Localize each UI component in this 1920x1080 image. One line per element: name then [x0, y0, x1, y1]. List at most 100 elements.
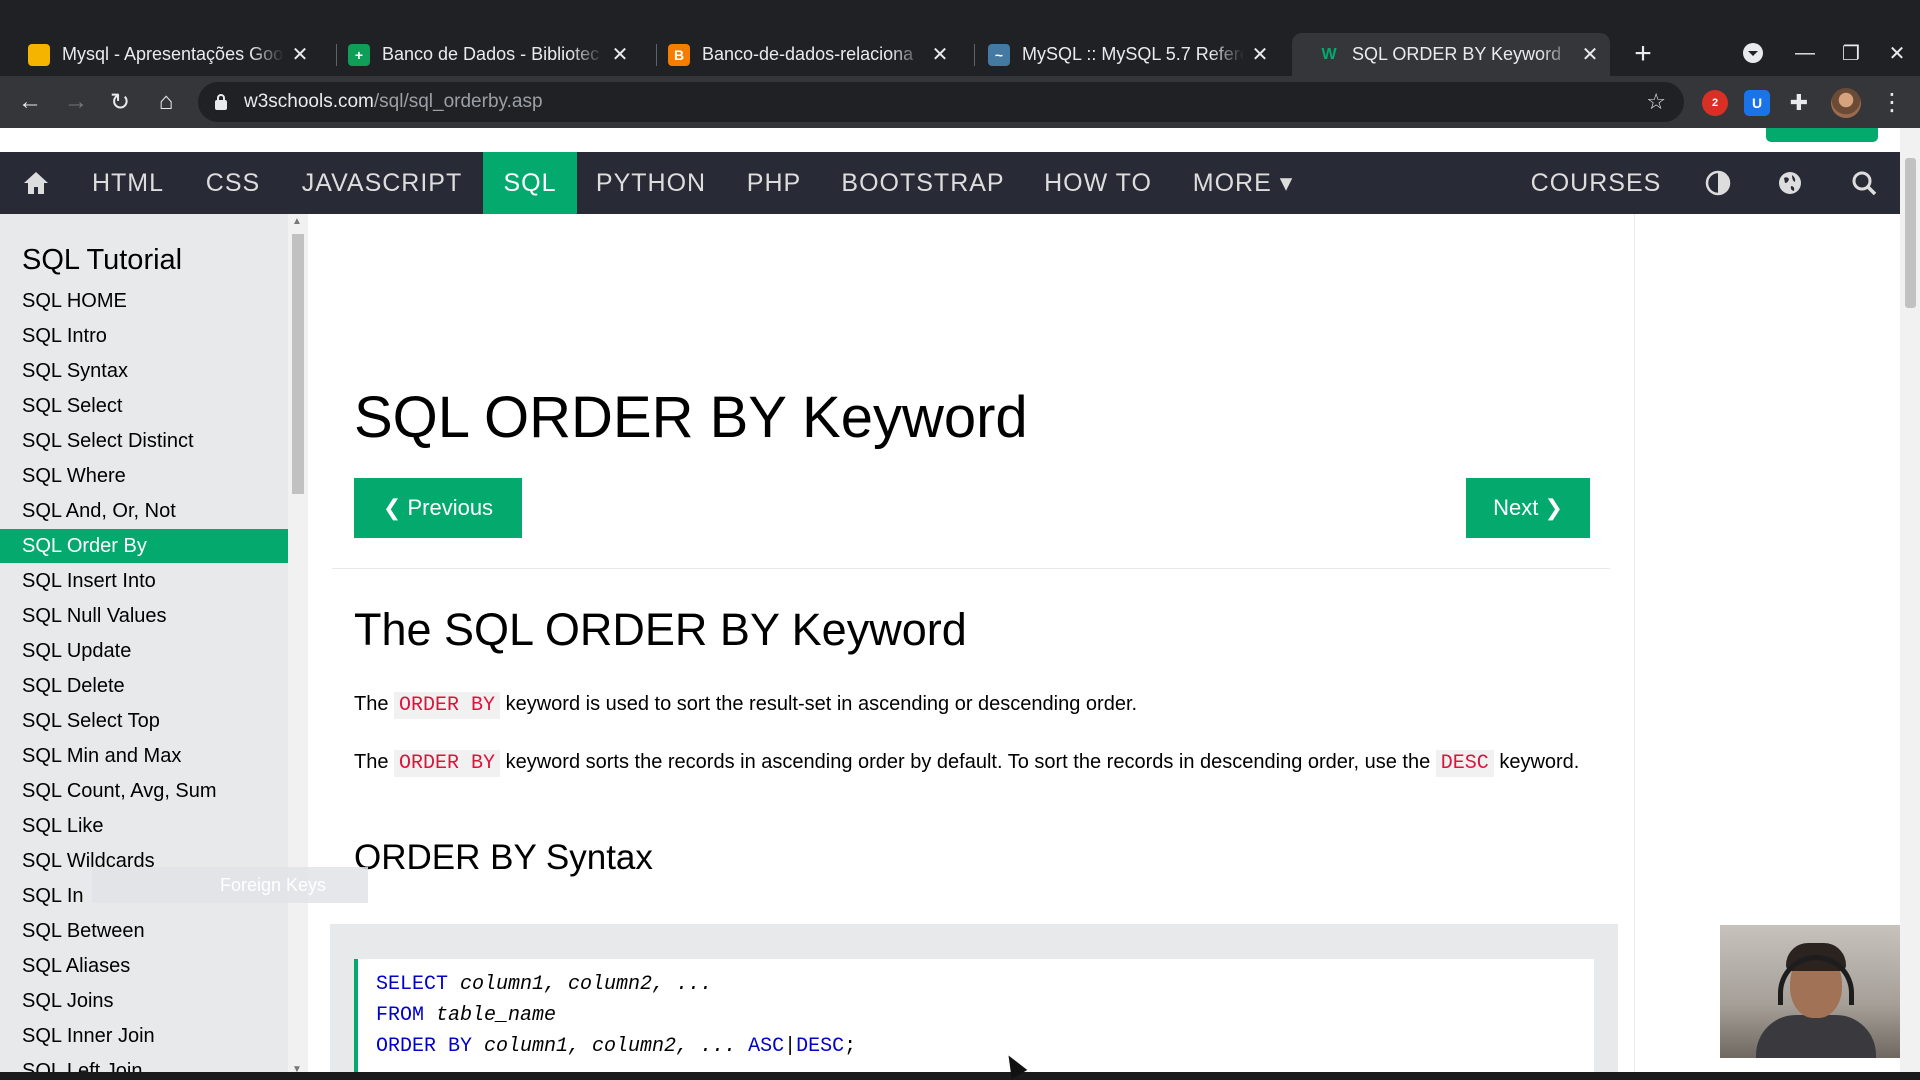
drag-tooltip: Foreign Keys	[92, 867, 368, 903]
next-button[interactable]: Next ❯	[1466, 478, 1590, 538]
nav-courses[interactable]: COURSES	[1516, 152, 1676, 214]
inline-code: DESC	[1435, 750, 1494, 777]
code-line: FROM table_name	[376, 1000, 1576, 1031]
text: keyword sorts the records in ascending o…	[500, 751, 1436, 773]
nav-css[interactable]: CSS	[184, 152, 282, 214]
new-tab-icon[interactable]: +	[1628, 39, 1658, 70]
sidebar-item-sql-joins[interactable]: SQL Joins	[0, 984, 288, 1018]
sql-keyword: DESC	[796, 1035, 845, 1058]
sidebar-item-sql-select[interactable]: SQL Select	[0, 389, 288, 423]
browser-tab[interactable]: Mysql - Apresentações Goo ✕	[2, 33, 320, 76]
restore-icon[interactable]: ❐	[1836, 38, 1866, 68]
previous-button[interactable]: ❮ Previous	[354, 478, 522, 538]
sidebar-item-sql-count-avg-sum[interactable]: SQL Count, Avg, Sum	[0, 774, 288, 808]
sidebar-scrollbar[interactable]: ▲ ▼	[288, 214, 308, 1080]
paragraph-default-order: The ORDER BY keyword sorts the records i…	[354, 745, 1594, 781]
back-icon[interactable]: ←	[12, 84, 48, 120]
browser-tab[interactable]: B Banco-de-dados-relaciona ✕	[642, 33, 960, 76]
reload-icon[interactable]: ↻	[102, 84, 138, 120]
browser-toolbar: ← → ↻ ⌂ w3schools.com/sql/sql_orderby.as…	[0, 76, 1920, 128]
syntax-example: SELECT column1, column2, ... FROM table_…	[330, 924, 1618, 1080]
home-icon[interactable]	[0, 152, 72, 214]
sidebar-item-sql-inner-join[interactable]: SQL Inner Join	[0, 1019, 288, 1053]
close-icon[interactable]: ✕	[1250, 45, 1270, 65]
sidebar-item-sql-min-max[interactable]: SQL Min and Max	[0, 739, 288, 773]
sidebar-scroll-thumb[interactable]	[292, 234, 304, 494]
code-block: SELECT column1, column2, ... FROM table_…	[354, 959, 1594, 1079]
tab-title: Mysql - Apresentações Goo	[62, 44, 284, 64]
page-scroll-thumb[interactable]	[1905, 158, 1916, 308]
sidebar-item-sql-syntax[interactable]: SQL Syntax	[0, 354, 288, 388]
extension-icon[interactable]: 2	[1702, 90, 1728, 116]
sidebar-item-sql-like[interactable]: SQL Like	[0, 809, 288, 843]
extension-shield-icon[interactable]: U	[1744, 90, 1770, 116]
address-bar[interactable]: w3schools.com/sql/sql_orderby.asp ☆	[198, 82, 1684, 122]
home-icon[interactable]: ⌂	[148, 84, 184, 120]
nav-bootstrap[interactable]: BOOTSTRAP	[823, 152, 1023, 214]
syntax-heading: ORDER BY Syntax	[354, 838, 653, 877]
tooltip-text: Foreign Keys	[220, 875, 327, 895]
sidebar-heading: SQL Tutorial	[22, 244, 183, 276]
nav-more[interactable]: MORE ▾	[1173, 152, 1313, 214]
sidebar-item-sql-intro[interactable]: SQL Intro	[0, 319, 288, 353]
extension-badge: 2	[1711, 97, 1719, 109]
browser-tab-active[interactable]: W SQL ORDER BY Keyword ✕	[1292, 33, 1610, 76]
sidebar-item-sql-select-top[interactable]: SQL Select Top	[0, 704, 288, 738]
nav-python[interactable]: PYTHON	[577, 152, 725, 214]
blogger-icon: B	[668, 43, 690, 66]
menu-kebab-icon[interactable]: ⋮	[1874, 84, 1910, 120]
sidebar-item-sql-aliases[interactable]: SQL Aliases	[0, 949, 288, 983]
sidebar-item-sql-select-distinct[interactable]: SQL Select Distinct	[0, 424, 288, 458]
close-icon[interactable]: ✕	[930, 45, 950, 65]
signup-button-edge[interactable]	[1766, 128, 1878, 142]
sidebar-item-sql-update[interactable]: SQL Update	[0, 634, 288, 668]
browser-tab[interactable]: ~ MySQL :: MySQL 5.7 Referenc ✕	[962, 33, 1280, 76]
sidebar-item-sql-insert-into[interactable]: SQL Insert Into	[0, 564, 288, 598]
content-divider	[1634, 214, 1635, 1080]
nav-php[interactable]: PHP	[725, 152, 823, 214]
sidebar-item-sql-between[interactable]: SQL Between	[0, 914, 288, 948]
code-text: table_name	[436, 1004, 557, 1027]
globe-icon[interactable]	[1762, 152, 1818, 214]
tab-title: SQL ORDER BY Keyword	[1352, 44, 1562, 64]
minimize-icon[interactable]: —	[1790, 38, 1820, 68]
page-scrollbar[interactable]	[1900, 128, 1920, 1080]
section-heading: The SQL ORDER BY Keyword	[354, 604, 967, 655]
mysql-icon: ~	[988, 43, 1010, 66]
nav-html[interactable]: HTML	[72, 152, 184, 214]
sidebar-item-sql-where[interactable]: SQL Where	[0, 459, 288, 493]
close-window-icon[interactable]: ✕	[1882, 38, 1912, 68]
web-page: HTML CSS JAVASCRIPT SQL PYTHON PHP BOOTS…	[0, 128, 1920, 1080]
extensions-puzzle-icon[interactable]: ✚	[1786, 90, 1812, 116]
webcam-person-body	[1756, 1015, 1876, 1058]
sidebar-item-sql-null-values[interactable]: SQL Null Values	[0, 599, 288, 633]
inline-code: ORDER BY	[394, 692, 501, 719]
forward-icon[interactable]: →	[58, 84, 94, 120]
sidebar-item-sql-delete[interactable]: SQL Delete	[0, 669, 288, 703]
nav-how-to[interactable]: HOW TO	[1023, 152, 1173, 214]
sidebar-item-sql-home[interactable]: SQL HOME	[0, 284, 288, 318]
dark-mode-icon[interactable]	[1690, 152, 1746, 214]
sidebar-item-sql-order-by[interactable]: SQL Order By	[0, 529, 288, 563]
nav-sql[interactable]: SQL	[483, 152, 577, 214]
code-text: |	[784, 1035, 797, 1058]
close-icon[interactable]: ✕	[610, 45, 630, 65]
text: keyword.	[1493, 751, 1580, 773]
close-icon[interactable]: ✕	[290, 45, 310, 65]
bookmark-star-icon[interactable]: ☆	[1646, 89, 1666, 115]
search-icon[interactable]	[1836, 152, 1892, 214]
nav-javascript[interactable]: JAVASCRIPT	[282, 152, 482, 214]
url-domain: w3schools.com	[244, 91, 374, 112]
paragraph-intro: The ORDER BY keyword is used to sort the…	[354, 687, 1594, 723]
close-icon[interactable]: ✕	[1580, 45, 1600, 65]
tab-search-icon[interactable]	[1738, 38, 1768, 68]
browser-tab[interactable]: + Banco de Dados - Bibliotec ✕	[322, 33, 640, 76]
code-line: ORDER BY column1, column2, ... ASC|DESC;	[376, 1031, 1576, 1062]
sidebar-item-sql-and-or-not[interactable]: SQL And, Or, Not	[0, 494, 288, 528]
scroll-up-icon[interactable]: ▲	[292, 216, 302, 227]
tab-title: Banco-de-dados-relaciona	[702, 44, 914, 64]
sql-keyword: SELECT	[376, 973, 449, 996]
profile-avatar[interactable]	[1831, 88, 1861, 118]
text: keyword is used to sort the result-set i…	[500, 693, 1138, 715]
sql-keyword: ASC	[748, 1035, 785, 1058]
